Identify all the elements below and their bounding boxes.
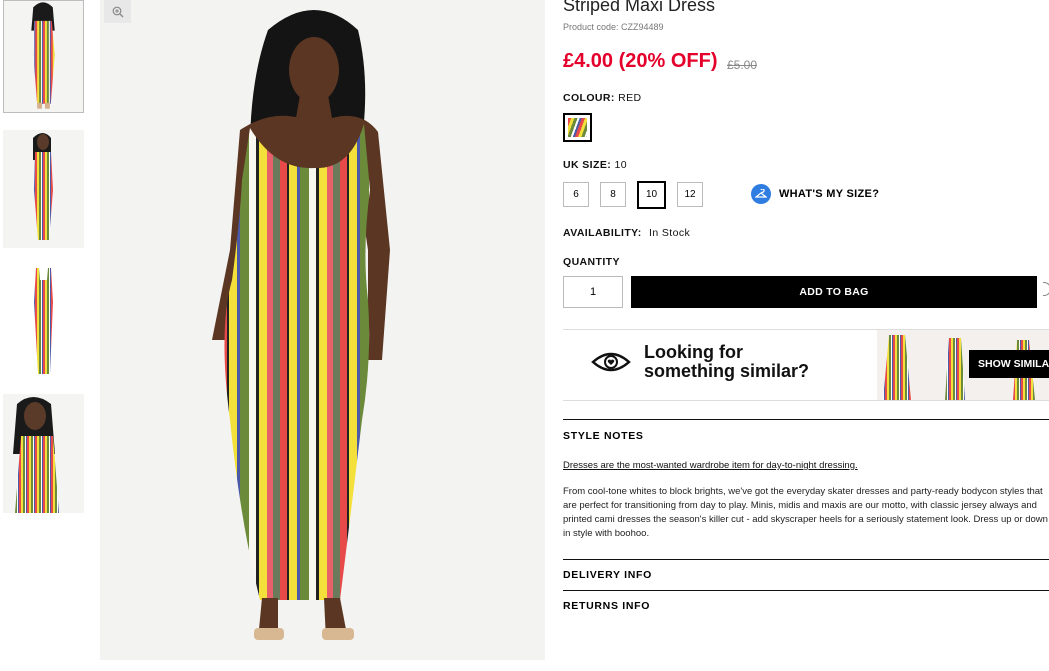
size-option-6[interactable]: 6 bbox=[563, 182, 589, 207]
returns-info-heading[interactable]: RETURNS INFO bbox=[563, 600, 650, 612]
size-option-8[interactable]: 8 bbox=[600, 182, 626, 207]
eye-icon bbox=[591, 352, 631, 372]
model-dress-image bbox=[100, 0, 545, 660]
thumbnail-front-image bbox=[4, 1, 83, 112]
product-code: Product code: CZZ94489 bbox=[563, 22, 664, 32]
thumbnail-closeup[interactable] bbox=[3, 394, 84, 513]
swatch-pattern bbox=[568, 118, 587, 137]
add-to-bag-button[interactable]: ADD TO BAG bbox=[631, 276, 1037, 308]
colour-label: COLOUR: bbox=[563, 92, 615, 104]
availability-label: AVAILABILITY: bbox=[563, 227, 642, 239]
size-option-12[interactable]: 12 bbox=[677, 182, 703, 207]
size-guide-label: WHAT'S MY SIZE? bbox=[779, 188, 880, 200]
thumbnail-closeup-image bbox=[3, 394, 84, 513]
availability-row: AVAILABILITY: In Stock bbox=[563, 227, 690, 239]
size-value: 10 bbox=[614, 159, 627, 171]
size-guide-link[interactable]: WHAT'S MY SIZE? bbox=[751, 184, 879, 204]
thumbnail-front[interactable] bbox=[3, 0, 84, 113]
style-notes-body: From cool-tone whites to block brights, … bbox=[563, 486, 1048, 539]
quantity-label: QUANTITY bbox=[563, 256, 620, 268]
similar-line-1: Looking for bbox=[644, 342, 743, 362]
divider bbox=[563, 419, 1049, 420]
product-title: Striped Maxi Dress bbox=[563, 0, 716, 15]
divider bbox=[563, 559, 1049, 560]
size-option-10[interactable]: 10 bbox=[637, 180, 666, 209]
thumbnail-side-image bbox=[3, 130, 84, 248]
quantity-input[interactable]: 1 bbox=[563, 276, 623, 308]
zoom-in-icon bbox=[112, 6, 123, 17]
style-notes-link[interactable]: Dresses are the most-wanted wardrobe ite… bbox=[563, 460, 858, 471]
colour-row: COLOUR: RED bbox=[563, 92, 642, 104]
divider bbox=[563, 590, 1049, 591]
colour-swatch-red[interactable] bbox=[563, 113, 592, 142]
availability-value: In Stock bbox=[649, 227, 691, 239]
wishlist-icon[interactable] bbox=[1043, 282, 1049, 296]
hanger-icon bbox=[751, 184, 771, 204]
size-row: UK SIZE: 10 bbox=[563, 159, 627, 171]
colour-value: RED bbox=[618, 92, 642, 104]
size-options: 6 8 10 12 bbox=[563, 180, 703, 209]
similar-text: Looking for something similar? bbox=[644, 343, 809, 381]
show-similar-button[interactable]: SHOW SIMILAR bbox=[969, 350, 1049, 378]
thumbnail-side[interactable] bbox=[3, 130, 84, 248]
thumbnail-flat[interactable] bbox=[3, 262, 84, 380]
main-product-image[interactable] bbox=[100, 0, 545, 660]
similar-banner[interactable]: Looking for something similar? SHOW SIMI… bbox=[563, 329, 1049, 401]
size-label: UK SIZE: bbox=[563, 159, 612, 171]
style-notes-heading[interactable]: STYLE NOTES bbox=[563, 430, 644, 442]
zoom-button[interactable] bbox=[104, 0, 131, 23]
sale-price: £4.00 (20% OFF) bbox=[563, 50, 718, 72]
original-price: £5.00 bbox=[727, 58, 758, 72]
similar-line-2: something similar? bbox=[644, 361, 810, 381]
thumbnail-flat-image bbox=[3, 262, 84, 380]
delivery-info-heading[interactable]: DELIVERY INFO bbox=[563, 569, 652, 581]
